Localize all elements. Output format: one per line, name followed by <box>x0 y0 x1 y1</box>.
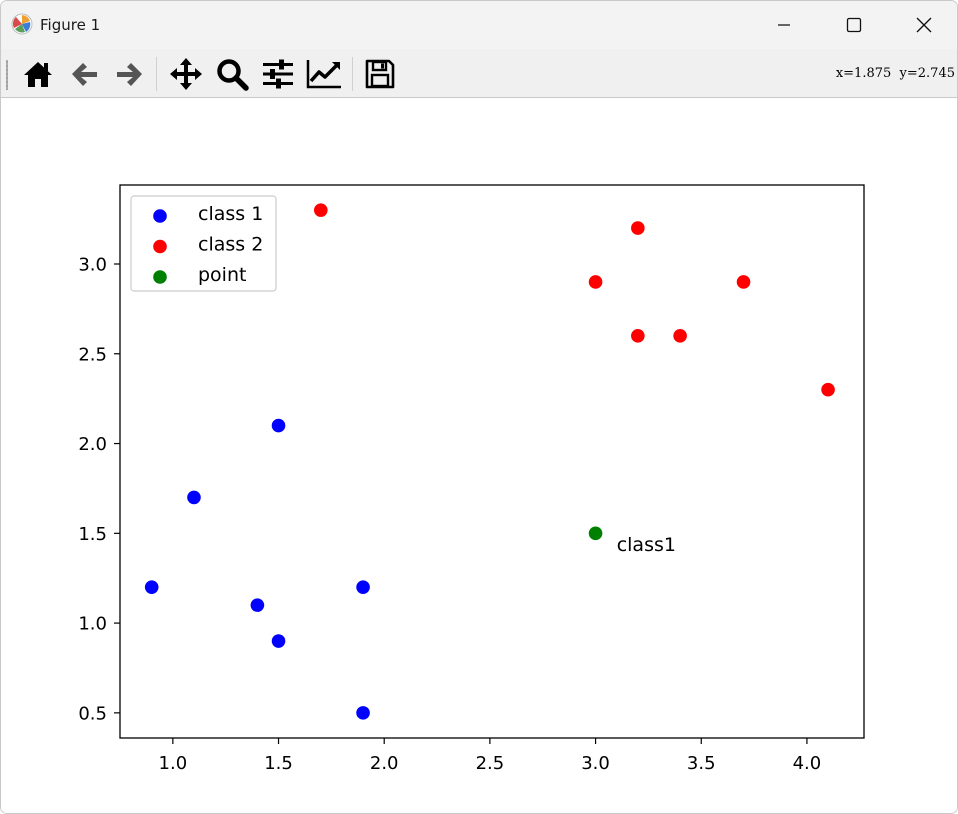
save-button[interactable] <box>361 56 399 92</box>
x-tick-label: 2.5 <box>476 753 505 774</box>
toolbar-separator <box>156 57 157 91</box>
maximize-icon <box>846 17 862 33</box>
point-class-2 <box>673 329 687 343</box>
y-tick-label: 2.5 <box>78 344 107 365</box>
legend-marker <box>153 270 167 284</box>
legend-label: class 1 <box>198 203 263 225</box>
figure-canvas[interactable]: 1.0 1.5 2.0 2.5 3.0 3.5 4.0 0.5 1.0 1.5 2.0 2.5 3.0… <box>1 98 957 813</box>
forward-button[interactable] <box>111 56 149 92</box>
point-class-1 <box>271 418 286 433</box>
x-tick-label: 1.5 <box>264 753 293 774</box>
legend-marker <box>153 239 167 254</box>
window-title: Figure 1 <box>40 16 101 34</box>
point-class-2 <box>821 382 835 397</box>
point-class-2 <box>631 329 645 343</box>
x-tick-label: 2.0 <box>370 753 399 774</box>
line-chart-icon <box>306 60 341 89</box>
maximize-button[interactable] <box>831 1 877 49</box>
home-button[interactable] <box>19 56 57 92</box>
y-tick-label: 3.0 <box>78 255 107 276</box>
y-axis: 0.5 1.0 1.5 2.0 2.5 3.0 <box>78 255 120 724</box>
point-class-1 <box>356 706 370 720</box>
sliders-icon <box>263 59 293 89</box>
point-class-1 <box>271 634 286 648</box>
navigation-toolbar: x=1.875 y=2.745 <box>1 49 957 98</box>
edit-axis-button[interactable] <box>305 56 343 92</box>
minimize-icon <box>778 24 790 26</box>
matplotlib-logo-icon <box>11 13 33 35</box>
x-tick-label: 3.5 <box>687 753 716 774</box>
magnifier-icon <box>217 59 249 91</box>
point-class-2 <box>631 221 645 235</box>
y-tick-label: 1.0 <box>78 614 107 635</box>
y-tick-label: 0.5 <box>78 703 107 724</box>
configure-subplots-button[interactable] <box>259 56 297 92</box>
y-tick-label: 1.5 <box>78 524 107 545</box>
x-tick-label: 1.0 <box>159 753 188 774</box>
pan-button[interactable] <box>167 56 205 92</box>
toolbar-grip <box>6 60 8 90</box>
title-bar: Figure 1 <box>1 1 957 49</box>
close-button[interactable] <box>901 1 947 49</box>
cursor-coordinates: x=1.875 y=2.745 <box>835 66 955 81</box>
legend-label: point <box>198 264 246 286</box>
toolbar-separator <box>352 57 353 91</box>
point-class-2 <box>313 203 328 217</box>
arrow-right-icon <box>117 63 142 86</box>
minimize-button[interactable] <box>761 1 807 49</box>
scatter-plot[interactable]: 1.0 1.5 2.0 2.5 3.0 3.5 4.0 0.5 1.0 1.5 2.0 2.5 3.0… <box>1 98 957 813</box>
annotation-label: class1 <box>617 534 676 556</box>
move-icon <box>170 58 202 90</box>
floppy-disk-icon <box>365 59 395 89</box>
back-button[interactable] <box>65 56 103 92</box>
point-class-1 <box>250 598 265 612</box>
legend-label: class 2 <box>198 234 263 256</box>
point-point <box>588 526 603 541</box>
y-tick-label: 2.0 <box>78 434 107 455</box>
legend: class 1 class 2 point <box>130 195 277 292</box>
point-class-1 <box>144 580 159 594</box>
legend-marker <box>153 209 167 223</box>
x-tick-label: 3.0 <box>581 753 610 774</box>
annotations: class1 <box>617 534 676 556</box>
arrow-left-icon <box>72 63 97 86</box>
point-class-2 <box>588 275 603 289</box>
point-class-1 <box>356 580 370 594</box>
point-class-2 <box>736 275 751 289</box>
figure-window: Figure 1 x=1.875 y=2.745 1.0 1.5 2.0 2.5… <box>0 0 958 814</box>
home-icon <box>24 62 52 87</box>
x-axis: 1.0 1.5 2.0 2.5 3.0 3.5 4.0 <box>159 738 822 774</box>
point-class-1 <box>187 490 201 505</box>
close-icon <box>916 17 932 33</box>
zoom-button[interactable] <box>213 56 251 92</box>
x-tick-label: 4.0 <box>793 753 822 774</box>
